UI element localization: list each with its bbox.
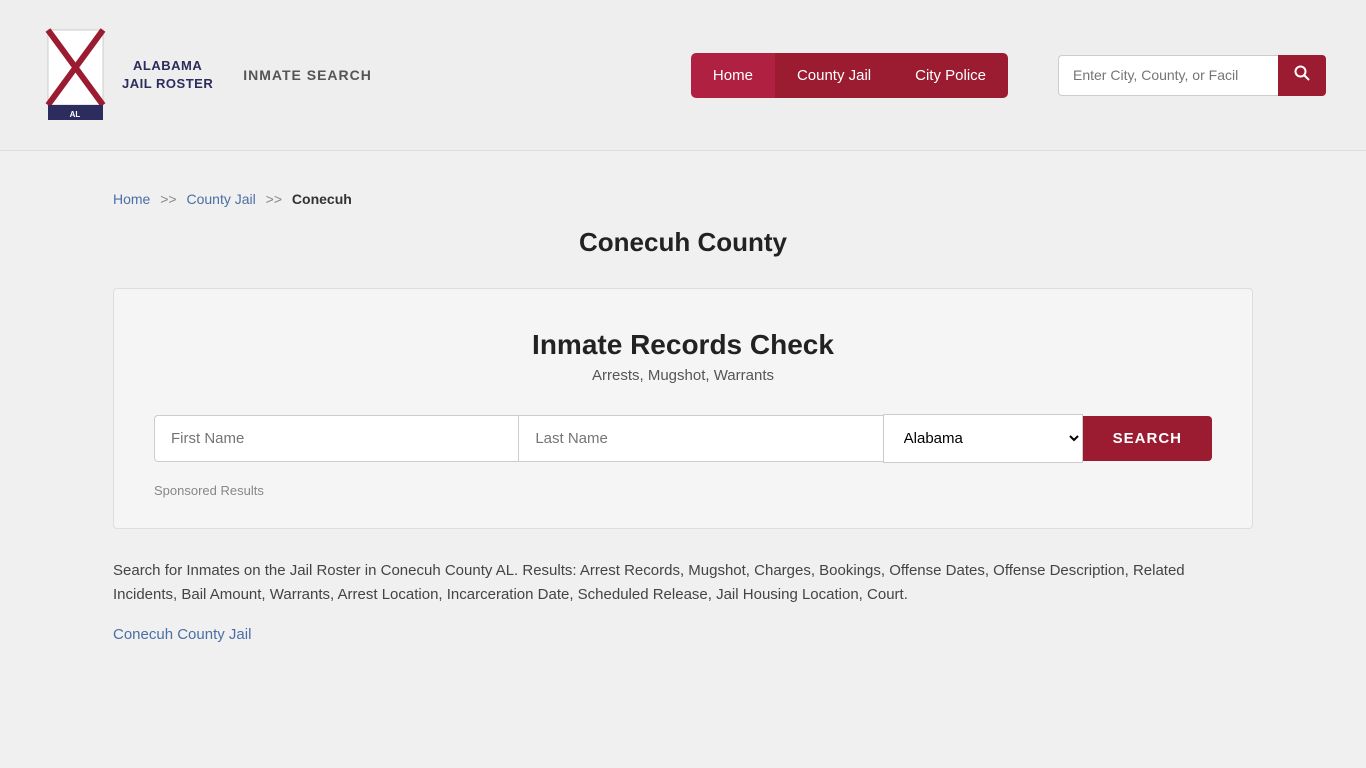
breadcrumb-separator-1: >> [160, 191, 176, 207]
records-box: Inmate Records Check Arrests, Mugshot, W… [113, 288, 1253, 529]
inmate-search-label: INMATE SEARCH [243, 67, 372, 83]
main-content: Home >> County Jail >> Conecuh Conecuh C… [83, 151, 1283, 683]
sponsored-label: Sponsored Results [154, 483, 1212, 498]
description-text: Search for Inmates on the Jail Roster in… [113, 559, 1253, 607]
nav-links: Home County Jail City Police [691, 53, 1008, 98]
nav-home-button[interactable]: Home [691, 53, 775, 98]
records-search-button[interactable]: SEARCH [1083, 416, 1212, 461]
breadcrumb: Home >> County Jail >> Conecuh [113, 191, 1253, 207]
conecuh-county-jail-link[interactable]: Conecuh County Jail [113, 626, 251, 643]
page-title: Conecuh County [113, 227, 1253, 258]
search-icon [1294, 65, 1310, 81]
header-search-input[interactable] [1058, 55, 1278, 96]
description-text-2: Conecuh County Jail [113, 623, 1253, 647]
breadcrumb-county-jail[interactable]: County Jail [187, 191, 256, 207]
svg-text:AL: AL [69, 110, 80, 119]
records-box-subtitle: Arrests, Mugshot, Warrants [154, 367, 1212, 384]
inmate-search-form: AlabamaAlaskaArizonaArkansasCaliforniaCo… [154, 414, 1212, 463]
breadcrumb-home[interactable]: Home [113, 191, 150, 207]
nav-county-jail-button[interactable]: County Jail [775, 53, 893, 98]
header: AL ALABAMA JAIL ROSTER INMATE SEARCH Hom… [0, 0, 1366, 151]
header-search-bar [1058, 55, 1326, 96]
logo-area: AL ALABAMA JAIL ROSTER [40, 20, 213, 130]
logo-text: ALABAMA JAIL ROSTER [122, 57, 213, 93]
breadcrumb-separator-2: >> [266, 191, 282, 207]
records-box-title: Inmate Records Check [154, 329, 1212, 361]
logo-image: AL [40, 20, 110, 130]
state-select[interactable]: AlabamaAlaskaArizonaArkansasCaliforniaCo… [883, 414, 1083, 463]
header-search-button[interactable] [1278, 55, 1326, 96]
nav-city-police-button[interactable]: City Police [893, 53, 1008, 98]
last-name-input[interactable] [518, 415, 882, 462]
first-name-input[interactable] [154, 415, 518, 462]
breadcrumb-current: Conecuh [292, 191, 352, 207]
